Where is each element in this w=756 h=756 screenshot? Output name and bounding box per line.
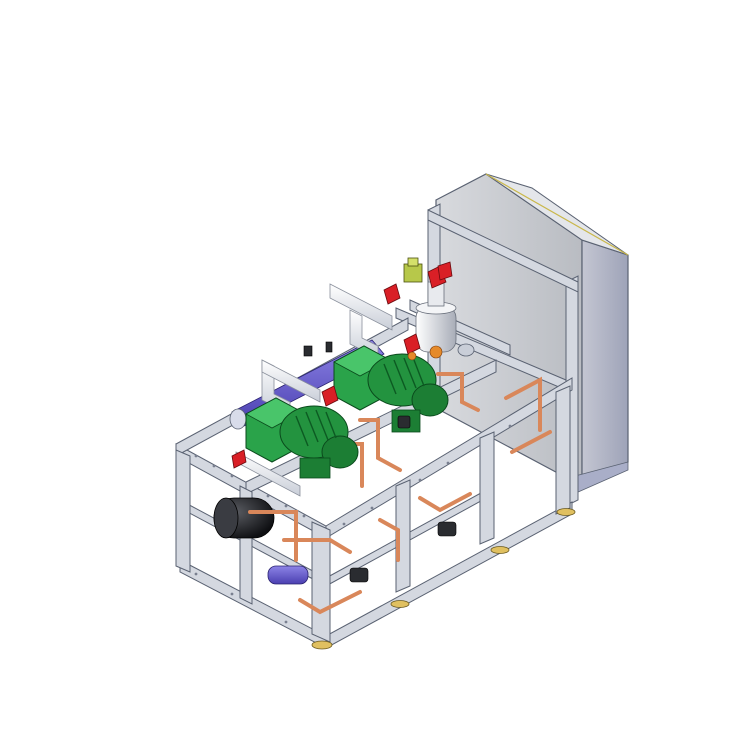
receiver-end-cap [213, 497, 239, 539]
sensor-4 [325, 341, 333, 353]
sensor-3 [303, 345, 313, 357]
liquid-receiver [213, 497, 275, 539]
oil-regulator-2 [407, 351, 417, 361]
post-front-left [175, 449, 191, 573]
sight-glass [457, 343, 475, 357]
sensor-2 [437, 521, 457, 537]
foot-right-2 [556, 508, 576, 516]
oil-regulator-1 [429, 345, 443, 359]
valve-top-1 [383, 283, 401, 305]
suction-header-end [229, 408, 247, 430]
refrigeration-rack-illustration [175, 173, 629, 650]
cabinet-side-panel [581, 239, 629, 487]
foot-right-1 [490, 546, 510, 554]
compressor-1-mount [299, 457, 331, 479]
post-right-2 [479, 431, 495, 545]
foot-front [311, 640, 333, 650]
post-right-3 [555, 385, 571, 515]
sensor-1 [349, 567, 369, 583]
lower-filter-drier [267, 565, 309, 585]
sensor-5 [397, 415, 411, 429]
solenoid-valve [403, 257, 423, 283]
foot-mid [390, 600, 410, 608]
